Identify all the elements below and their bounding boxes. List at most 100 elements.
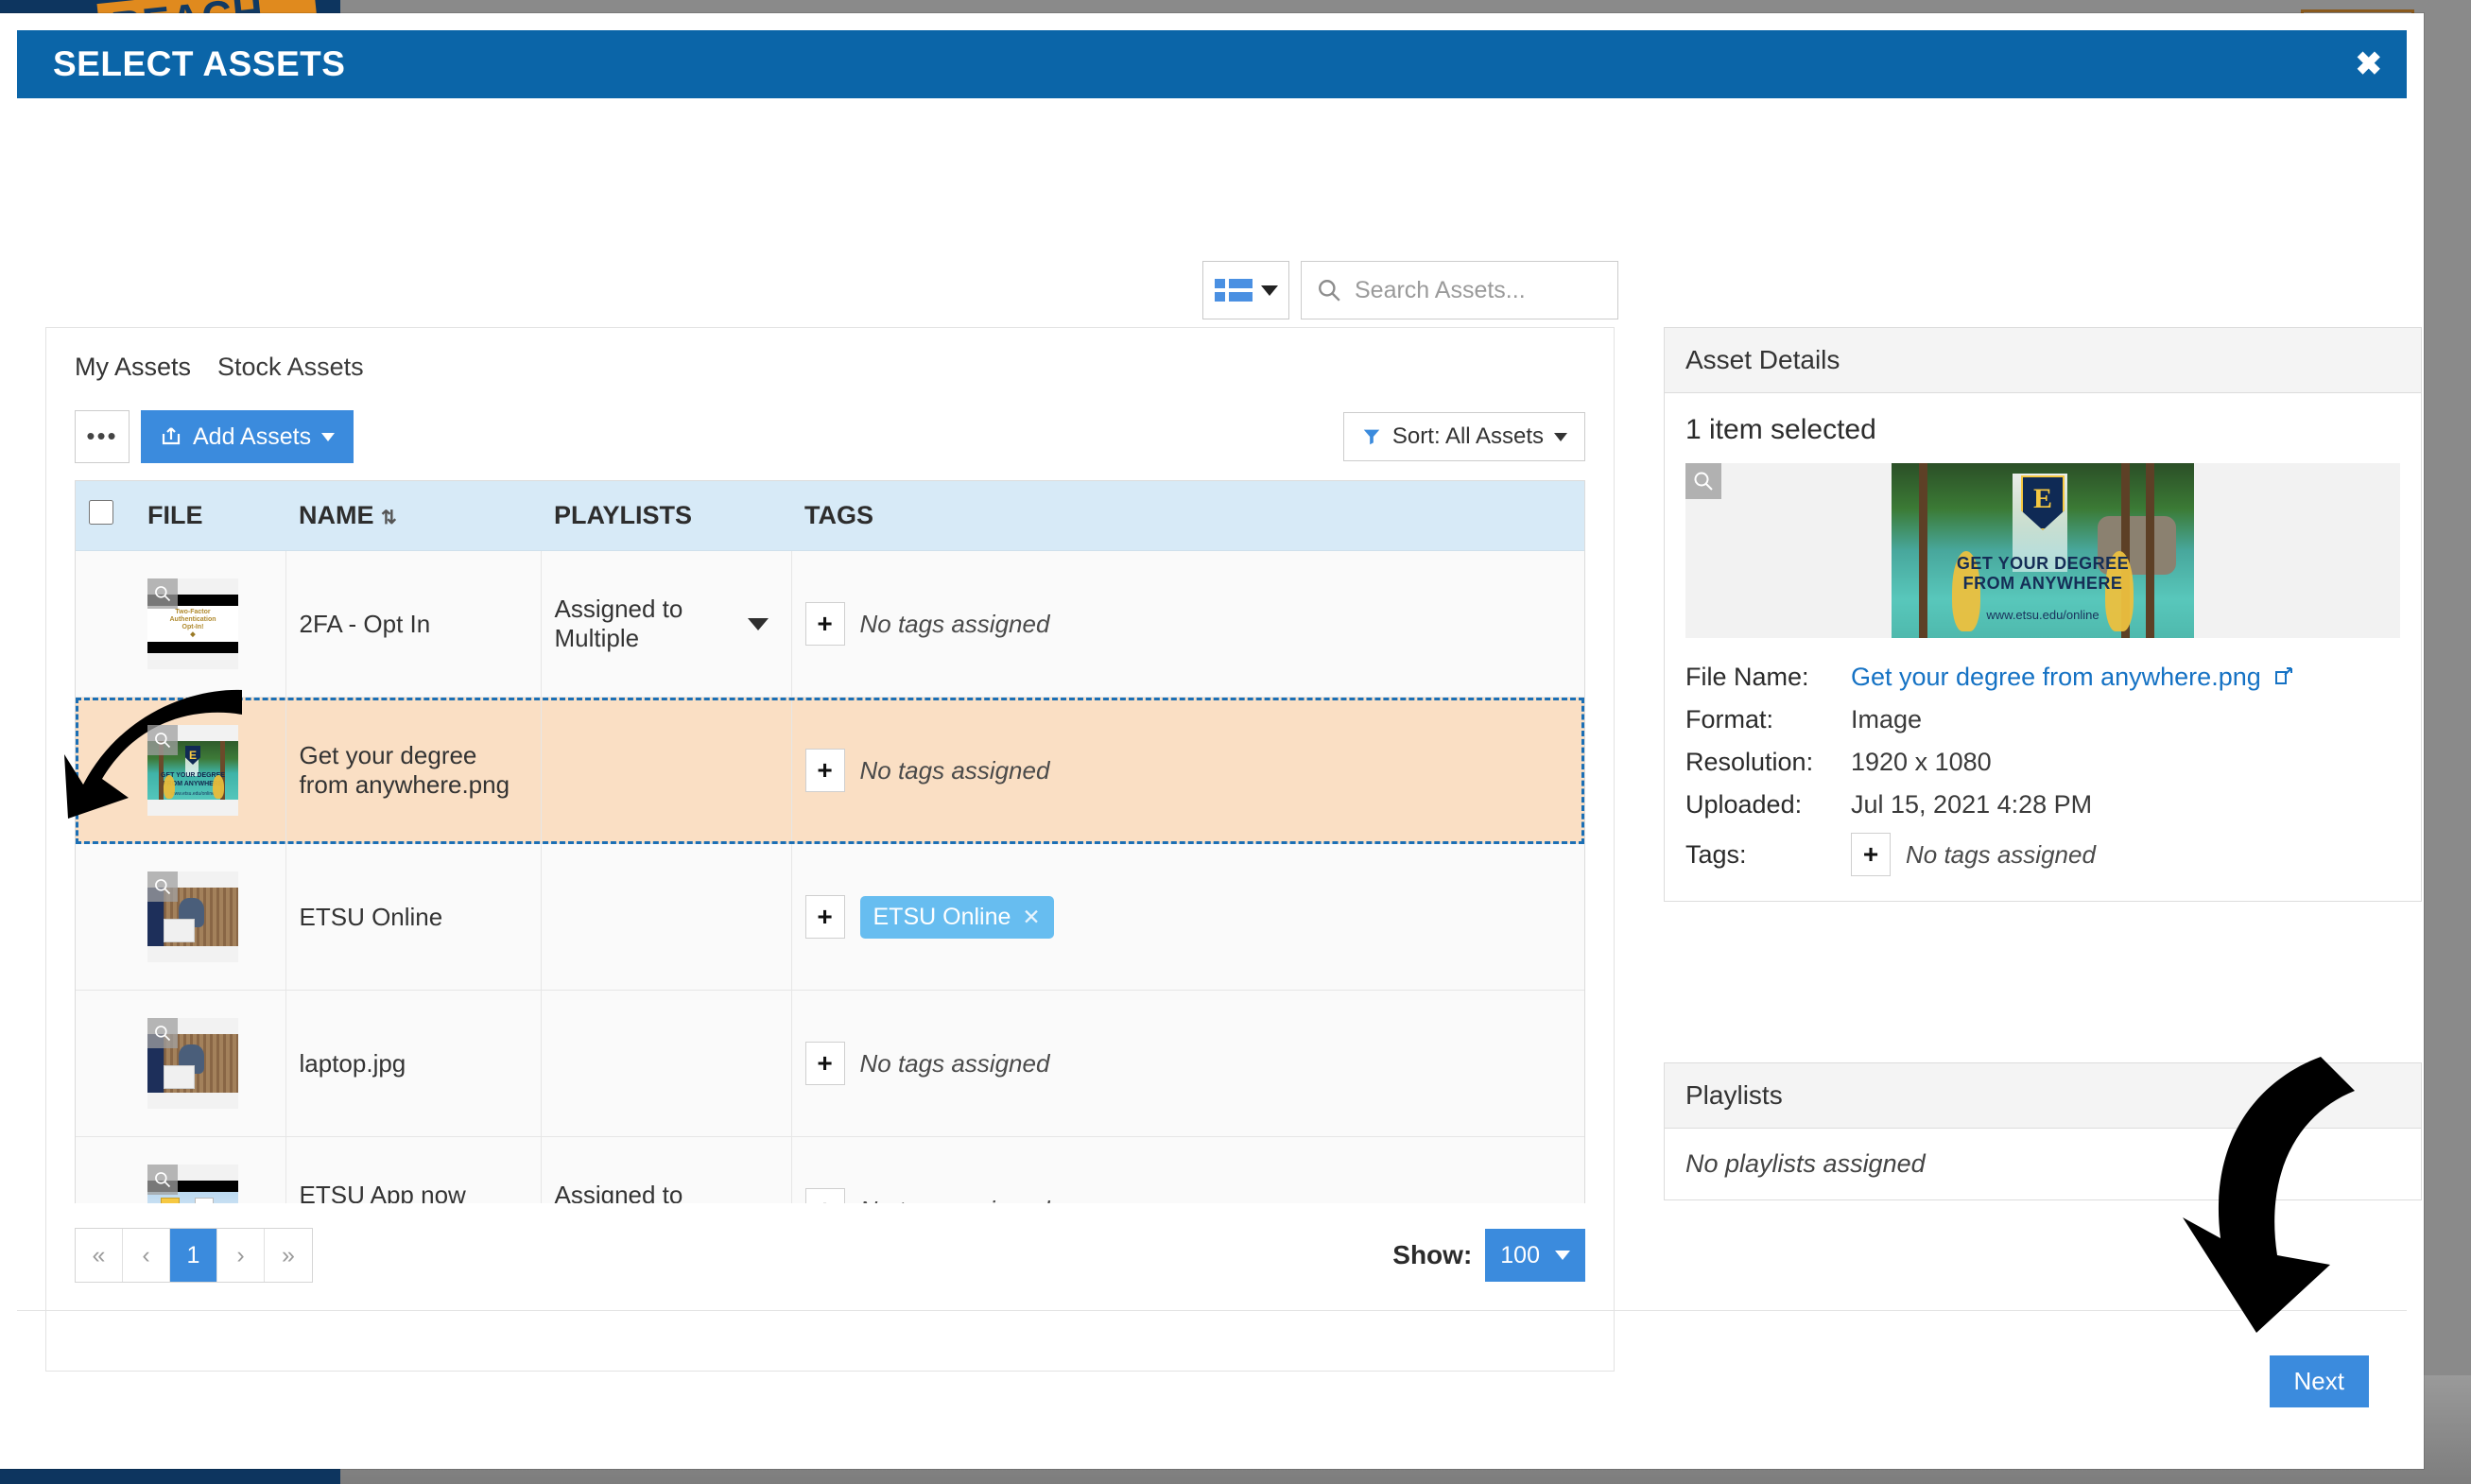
add-assets-button[interactable]: Add Assets <box>141 410 354 463</box>
meta-key-format: Format: <box>1685 705 1851 734</box>
pagination-next[interactable]: › <box>217 1229 265 1282</box>
select-all-checkbox[interactable] <box>89 500 113 525</box>
row-playlists-cell[interactable]: Assigned to Multiple <box>541 551 791 698</box>
asset-source-tabs: My Assets Stock Assets <box>46 328 1614 389</box>
caret-down-icon <box>321 433 335 441</box>
row-playlists-cell[interactable] <box>541 698 791 844</box>
selection-count: 1 item selected <box>1685 414 2400 446</box>
row-playlists-cell[interactable] <box>541 991 791 1137</box>
assets-browser-panel: My Assets Stock Assets ••• Add Assets <box>45 327 1615 1372</box>
search-input[interactable] <box>1355 277 1602 304</box>
more-options-button[interactable]: ••• <box>75 410 130 463</box>
etsu-app-thumbnail[interactable] <box>147 1165 238 1203</box>
caret-down-icon <box>1554 433 1567 441</box>
tab-my-assets[interactable]: My Assets <box>75 353 191 389</box>
row-playlists-cell[interactable]: Assigned to Multiple <box>541 1137 791 1204</box>
row-thumbnail-cell[interactable] <box>134 844 285 991</box>
row-thumbnail-cell[interactable]: E GET YOUR DEGREEFROM ANYWHERE www.etsu.… <box>134 698 285 844</box>
sort-button[interactable]: Sort: All Assets <box>1343 412 1585 461</box>
list-view-icon[interactable] <box>1202 261 1289 319</box>
row-tags-cell[interactable]: + ETSU Online ✕ <box>791 844 1584 991</box>
magnify-icon[interactable] <box>147 1165 178 1195</box>
assets-toolbar: ••• Add Assets Sort: All Assets <box>46 389 1614 463</box>
add-tag-button[interactable]: + <box>805 895 845 939</box>
get-your-degree-from-anywhere-thumbnail[interactable]: E GET YOUR DEGREEFROM ANYWHERE www.etsu.… <box>147 725 238 816</box>
etsu-online-thumbnail[interactable] <box>147 871 238 962</box>
magnify-icon[interactable] <box>147 871 178 902</box>
table-row[interactable]: laptop.jpg + No tags assigned <box>76 991 1584 1137</box>
meta-value-file-name[interactable]: Get your degree from anywhere.png <box>1851 663 2400 692</box>
table-row[interactable]: ETSU App now ready to downlo Assigned to… <box>76 1137 1584 1204</box>
row-tags-cell[interactable]: + No tags assigned <box>791 698 1584 844</box>
row-checkbox-cell[interactable] <box>76 1137 134 1204</box>
pagination-last[interactable]: » <box>265 1229 312 1282</box>
row-checkbox-cell[interactable] <box>76 698 134 844</box>
tag-pill[interactable]: ETSU Online ✕ <box>860 896 1054 939</box>
asset-details-body: 1 item selected E <box>1665 393 2421 901</box>
meta-value-tags: + No tags assigned <box>1851 833 2400 876</box>
add-tag-button[interactable]: + <box>805 1188 845 1203</box>
chevron-down-icon[interactable] <box>748 618 769 630</box>
pagination: « ‹ 1 › » <box>75 1228 313 1283</box>
row-name-cell[interactable]: laptop.jpg <box>285 991 541 1137</box>
row-thumbnail-cell[interactable]: Two-FactorAuthenticationOpt-In!◆ <box>134 551 285 698</box>
row-tags-cell[interactable]: + No tags assigned <box>791 991 1584 1137</box>
row-name-cell[interactable]: ETSU App now ready to downlo <box>285 1137 541 1204</box>
page-size-control: Show: 100 <box>1392 1229 1585 1282</box>
preview-caption: GET YOUR DEGREE FROM ANYWHERE <box>1892 554 2194 593</box>
assets-toolbar-left: ••• Add Assets <box>75 410 354 463</box>
row-checkbox-cell[interactable] <box>76 551 134 698</box>
no-tags-label: No tags assigned <box>860 756 1050 785</box>
row-checkbox-cell[interactable] <box>76 844 134 991</box>
row-thumbnail-cell[interactable] <box>134 1137 285 1204</box>
next-button[interactable]: Next <box>2270 1355 2369 1407</box>
laptop-thumbnail[interactable] <box>147 1018 238 1109</box>
sort-label: Sort: All Assets <box>1392 423 1544 450</box>
meta-key-uploaded: Uploaded: <box>1685 790 1851 820</box>
magnify-icon[interactable] <box>147 1018 178 1048</box>
add-tag-button[interactable]: + <box>1851 833 1891 876</box>
assets-table-container[interactable]: FILE NAME ⇅ PLAYLISTS TAGS <box>75 480 1585 1203</box>
magnify-icon[interactable] <box>147 578 178 609</box>
show-label: Show: <box>1392 1240 1472 1270</box>
page-size-select[interactable]: 100 <box>1485 1229 1585 1282</box>
row-thumbnail-cell[interactable] <box>134 991 285 1137</box>
sort-arrows-icon[interactable]: ⇅ <box>381 508 397 528</box>
search-box[interactable] <box>1301 261 1618 319</box>
column-header-file[interactable]: FILE <box>134 481 285 551</box>
column-header-tags[interactable]: TAGS <box>791 481 1584 551</box>
row-checkbox-cell[interactable] <box>76 991 134 1137</box>
close-icon[interactable]: ✖ <box>2356 48 2383 80</box>
pagination-first[interactable]: « <box>76 1229 123 1282</box>
pagination-prev[interactable]: ‹ <box>123 1229 170 1282</box>
preview-url: www.etsu.edu/online <box>1892 608 2194 622</box>
row-name-cell[interactable]: ETSU Online <box>285 844 541 991</box>
tab-stock-assets[interactable]: Stock Assets <box>217 353 364 389</box>
column-header-name[interactable]: NAME ⇅ <box>285 481 541 551</box>
row-name-cell[interactable]: 2FA - Opt In <box>285 551 541 698</box>
add-tag-button[interactable]: + <box>805 1042 845 1085</box>
table-row[interactable]: ETSU Online + ETSU Online ✕ <box>76 844 1584 991</box>
asset-preview[interactable]: E GET YOUR DEGREE FROM ANYWHERE www.etsu… <box>1685 463 2400 638</box>
table-row[interactable]: Two-FactorAuthenticationOpt-In!◆ 2FA - O… <box>76 551 1584 698</box>
add-tag-button[interactable]: + <box>805 602 845 646</box>
row-playlists-cell[interactable] <box>541 844 791 991</box>
edit-icon[interactable] <box>2272 666 2295 689</box>
two-factor-authentication-thumbnail[interactable]: Two-FactorAuthenticationOpt-In!◆ <box>147 578 238 669</box>
meta-value-resolution: 1920 x 1080 <box>1851 748 2400 777</box>
add-tag-button[interactable]: + <box>805 749 845 792</box>
row-tags-cell[interactable]: + No tags assigned <box>791 1137 1584 1204</box>
modal-header: SELECT ASSETS ✖ <box>17 30 2407 98</box>
meta-key-tags: Tags: <box>1685 840 1851 870</box>
meta-key-file-name: File Name: <box>1685 663 1851 692</box>
row-tags-cell[interactable]: + No tags assigned <box>791 551 1584 698</box>
no-tags-label: No tags assigned <box>1906 840 2096 870</box>
magnify-icon[interactable] <box>1685 463 1721 499</box>
column-header-playlists[interactable]: PLAYLISTS <box>541 481 791 551</box>
row-playlists-label: Assigned to Multiple <box>555 595 748 653</box>
remove-tag-icon[interactable]: ✕ <box>1022 905 1040 930</box>
table-row[interactable]: E GET YOUR DEGREEFROM ANYWHERE www.etsu.… <box>76 698 1584 844</box>
pagination-page-1[interactable]: 1 <box>170 1229 217 1282</box>
magnify-icon[interactable] <box>147 725 178 755</box>
row-name-cell[interactable]: Get your degree from anywhere.png <box>285 698 541 844</box>
